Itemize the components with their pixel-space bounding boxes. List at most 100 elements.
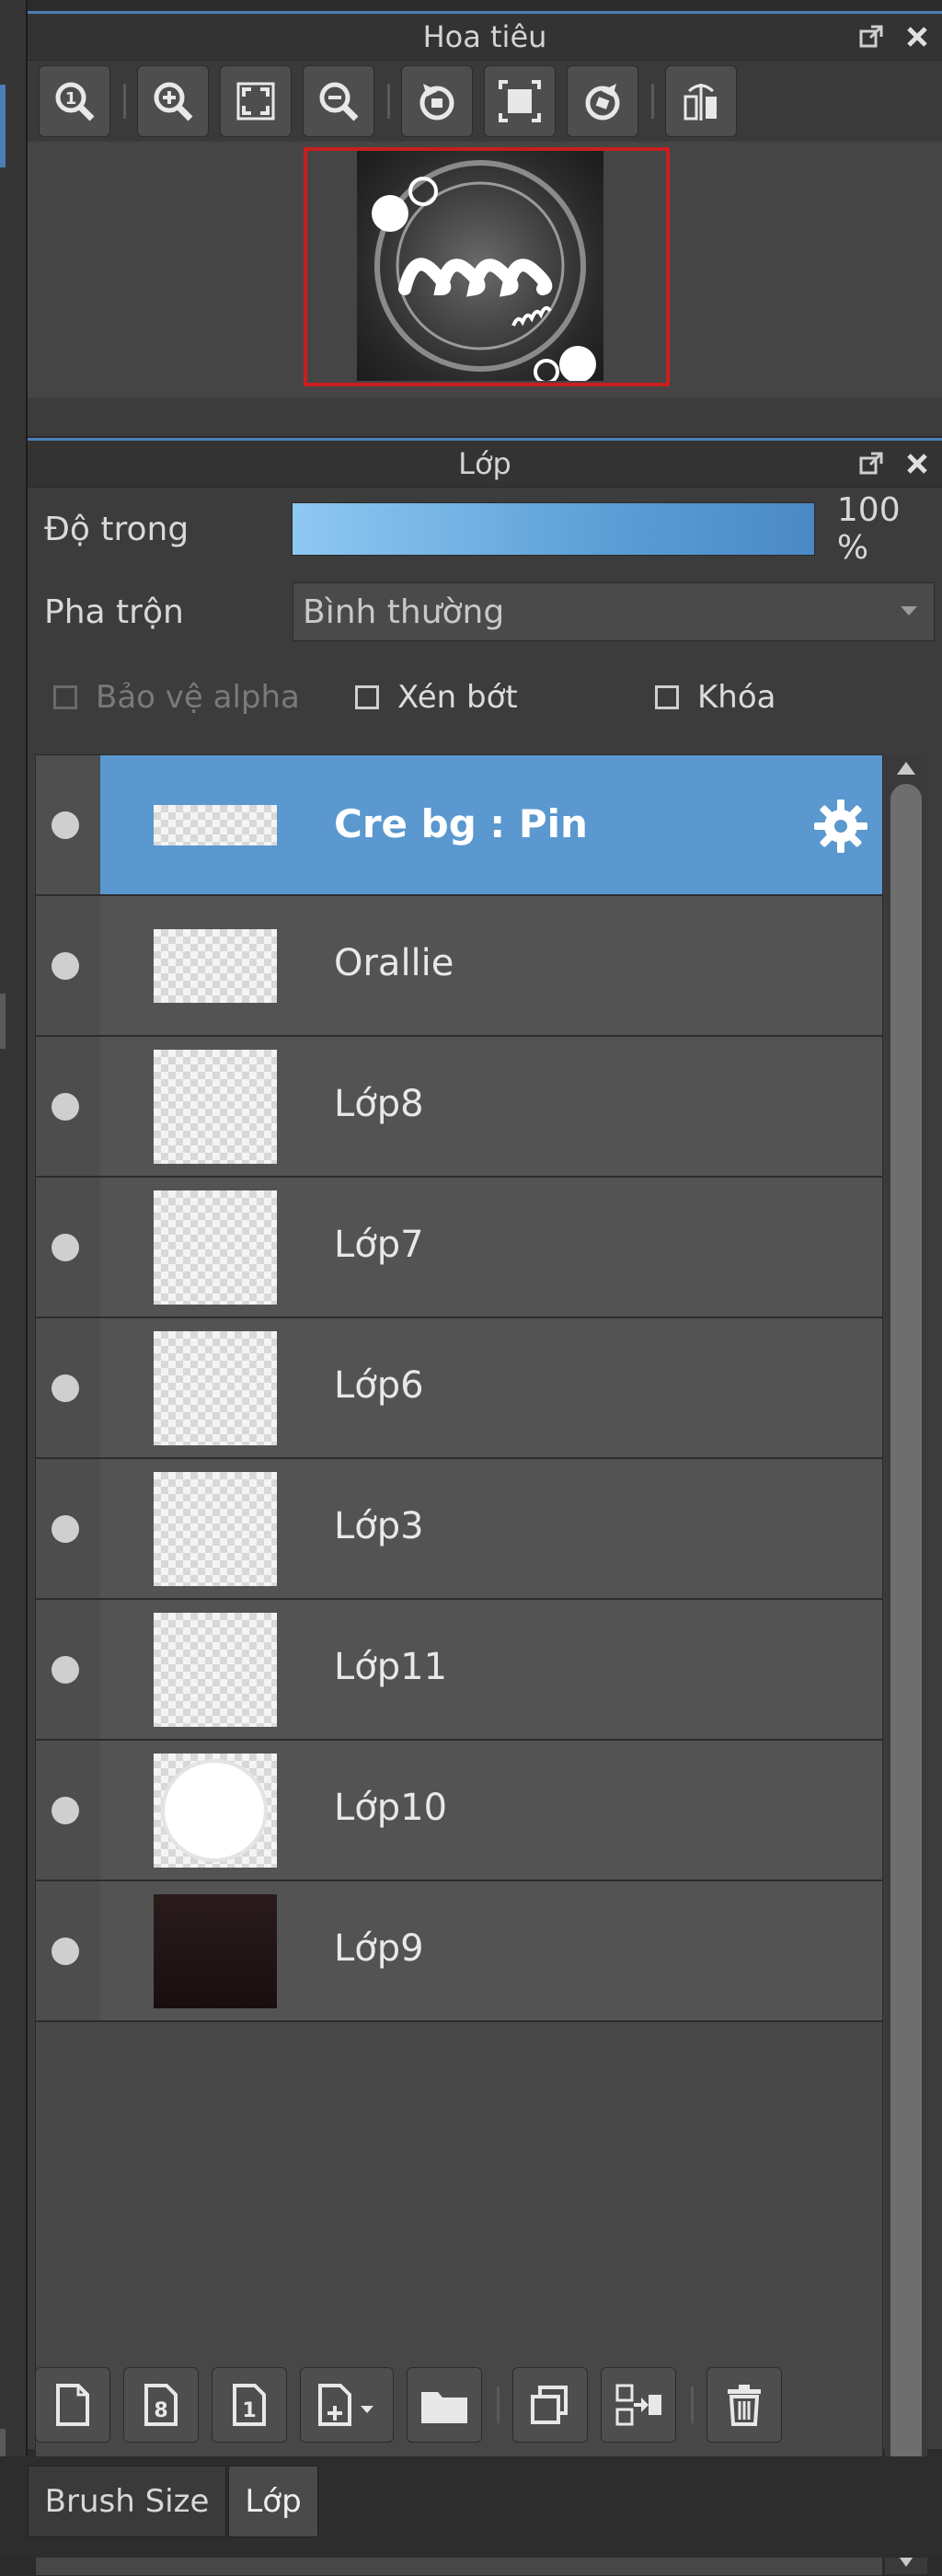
visibility-icon	[52, 1374, 79, 1402]
blend-row: Pha trộn Bình thường	[28, 570, 942, 653]
svg-text:1: 1	[65, 89, 77, 109]
visibility-toggle[interactable]	[36, 1178, 100, 1317]
new-folder-button[interactable]	[407, 2367, 482, 2443]
layer-name: Lớp9	[334, 1927, 424, 1970]
toolbar-separator	[691, 2386, 694, 2423]
lock-checkbox[interactable]: Khóa	[655, 679, 775, 716]
flip-horizontal-button[interactable]	[665, 65, 737, 137]
new-8bit-layer-button[interactable]: 8	[123, 2367, 199, 2443]
layer-row[interactable]: Lớp9	[36, 1881, 882, 2022]
layer-list: Cre bg : Pin Orallie Lớp8 Lớp7 Lớp6 Lớp3…	[35, 754, 883, 2576]
layer-row[interactable]: Lớp10	[36, 1741, 882, 1881]
rotate-left-button[interactable]	[401, 65, 473, 137]
folder-icon	[421, 2392, 467, 2423]
close-icon[interactable]	[902, 21, 933, 52]
navigator-header: Hoa tiêu	[28, 11, 942, 61]
layer-thumbnail	[154, 1190, 277, 1305]
popout-icon[interactable]	[856, 448, 887, 479]
duplicate-layer-button[interactable]	[512, 2367, 588, 2443]
layer-name: Cre bg : Pin	[334, 801, 588, 846]
zoom-in-button[interactable]	[137, 65, 209, 137]
visibility-toggle[interactable]	[36, 1459, 100, 1598]
blend-mode-select[interactable]: Bình thường	[293, 582, 935, 641]
scroll-thumb[interactable]	[890, 784, 922, 2541]
layer-thumbnail	[154, 1754, 277, 1868]
layer-name: Lớp6	[334, 1364, 424, 1407]
zoom-fit-button[interactable]: 1	[39, 65, 110, 137]
toolbar-separator	[497, 2386, 500, 2423]
navigator-title: Hoa tiêu	[422, 19, 547, 54]
layer-thumbnail	[154, 1050, 277, 1164]
layers-header: Lớp	[28, 438, 942, 488]
visibility-toggle[interactable]	[36, 1318, 100, 1457]
tab-layer[interactable]: Lớp	[228, 2466, 318, 2537]
visibility-icon	[52, 1797, 79, 1824]
opacity-slider[interactable]	[292, 502, 815, 556]
close-icon[interactable]	[902, 448, 933, 479]
zoom-fit-icon: 1	[55, 82, 95, 121]
visibility-icon	[52, 1515, 79, 1543]
visibility-toggle[interactable]	[36, 1881, 100, 2020]
tab-brush-size[interactable]: Brush Size	[28, 2466, 226, 2537]
new-layer-button[interactable]	[35, 2367, 110, 2443]
svg-text:8: 8	[154, 2399, 167, 2422]
visibility-toggle[interactable]	[36, 896, 100, 1035]
rotate-right-icon	[585, 84, 620, 121]
8bit-layer-icon: 8	[144, 2384, 178, 2426]
visibility-toggle[interactable]	[36, 755, 100, 894]
clipping-label: Xén bớt	[397, 679, 518, 716]
layer-toolbar: 8 1	[35, 2361, 795, 2449]
duplicate-icon	[531, 2386, 568, 2424]
layer-row[interactable]: Lớp3	[36, 1459, 882, 1600]
actual-size-button[interactable]	[484, 65, 556, 137]
add-layer-icon	[318, 2384, 373, 2426]
edge-marker	[0, 85, 6, 167]
rotate-right-button[interactable]	[567, 65, 638, 137]
blend-label: Pha trộn	[44, 592, 184, 631]
layer-name: Lớp8	[334, 1083, 424, 1125]
add-layer-menu-button[interactable]	[300, 2367, 394, 2443]
layer-row[interactable]: Lớp6	[36, 1318, 882, 1459]
layer-name: Lớp7	[334, 1224, 424, 1266]
visibility-toggle[interactable]	[36, 1600, 100, 1739]
toolbar-separator	[123, 84, 126, 119]
popout-icon[interactable]	[856, 21, 887, 52]
layer-thumbnail	[154, 1472, 277, 1586]
fit-screen-icon	[236, 82, 275, 121]
layer-list-scrollbar[interactable]	[885, 754, 927, 2574]
layer-row[interactable]: Lớp7	[36, 1178, 882, 1318]
checkbox-box	[355, 685, 379, 709]
scroll-up-icon[interactable]	[897, 762, 915, 775]
layers-panel: Lớp Độ trong 100 % Pha trộn Bình thường …	[28, 438, 942, 2576]
navigator-preview[interactable]	[28, 142, 942, 397]
svg-text:1: 1	[242, 2399, 256, 2422]
visibility-icon	[52, 1234, 79, 1261]
layer-row[interactable]: Lớp11	[36, 1600, 882, 1741]
layer-row[interactable]: Orallie	[36, 896, 882, 1037]
zoom-out-button[interactable]	[303, 65, 374, 137]
visibility-icon	[52, 811, 79, 839]
merge-down-button[interactable]	[601, 2367, 676, 2443]
layer-row[interactable]: Cre bg : Pin	[36, 755, 882, 896]
fit-screen-button[interactable]	[220, 65, 292, 137]
clipping-checkbox[interactable]: Xén bớt	[355, 679, 655, 716]
opacity-row: Độ trong 100 %	[28, 488, 942, 570]
visibility-icon	[52, 1656, 79, 1684]
checkbox-box	[655, 685, 679, 709]
view-frame[interactable]	[304, 147, 670, 386]
layer-name: Lớp10	[334, 1787, 448, 1829]
layer-options-row: Bảo vệ alpha Xén bớt Khóa	[28, 653, 942, 742]
delete-layer-button[interactable]	[706, 2367, 782, 2443]
new-1bit-layer-button[interactable]: 1	[212, 2367, 287, 2443]
layer-name: Lớp3	[334, 1505, 424, 1547]
visibility-toggle[interactable]	[36, 1741, 100, 1880]
navigator-toolbar: 1	[28, 61, 942, 142]
protect-alpha-checkbox[interactable]: Bảo vệ alpha	[53, 679, 355, 716]
gear-icon[interactable]	[810, 796, 871, 857]
toolbar-separator	[651, 84, 654, 119]
left-edge-strip	[0, 0, 28, 2558]
lock-label: Khóa	[697, 679, 776, 716]
visibility-toggle[interactable]	[36, 1037, 100, 1176]
layer-row[interactable]: Lớp8	[36, 1037, 882, 1178]
opacity-label: Độ trong	[44, 510, 190, 548]
